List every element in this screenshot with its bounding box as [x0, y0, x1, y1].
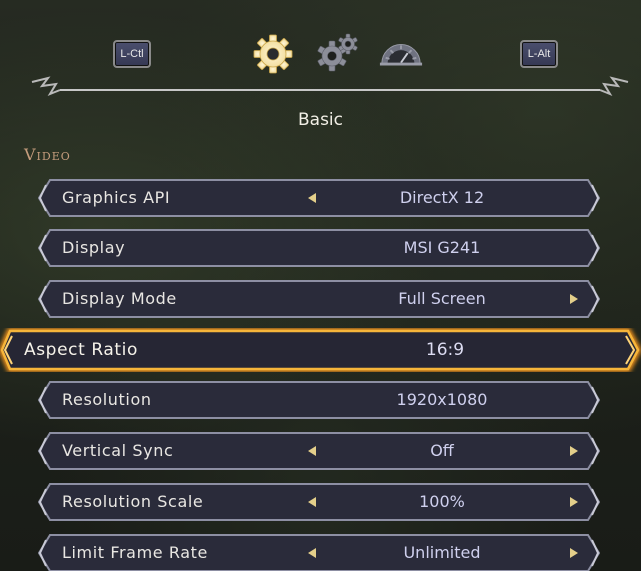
header-divider	[31, 76, 629, 97]
setting-label: Display	[62, 238, 126, 257]
setting-row-resolution-scale[interactable]: Resolution Scale 100%	[38, 483, 600, 521]
settings-screen: L-Ctl L-Alt Basic Video Graphics API Dir…	[0, 0, 641, 571]
setting-value: Unlimited	[403, 543, 481, 562]
setting-label: Resolution Scale	[62, 492, 204, 511]
setting-row-vertical-sync[interactable]: Vertical Sync Off	[38, 432, 600, 470]
arrow-right-icon[interactable]	[568, 445, 580, 457]
setting-label: Vertical Sync	[62, 441, 174, 460]
setting-value: 16:9	[425, 340, 465, 360]
page-title: Basic	[297, 110, 343, 130]
setting-label: Display Mode	[62, 289, 177, 308]
arrow-right-icon[interactable]	[568, 496, 580, 508]
setting-row-resolution[interactable]: Resolution 1920x1080	[38, 381, 600, 419]
setting-label: Limit Frame Rate	[62, 543, 208, 562]
arrow-right-icon[interactable]	[568, 547, 580, 559]
setting-value: 100%	[419, 492, 465, 511]
setting-row-aspect-ratio[interactable]: Aspect Ratio 16:9	[0, 328, 641, 372]
setting-value: Off	[430, 441, 454, 460]
setting-label: Graphics API	[62, 188, 171, 207]
setting-row-display[interactable]: Display MSI G241	[38, 229, 600, 267]
setting-row-limit-frame-rate[interactable]: Limit Frame Rate Unlimited	[38, 534, 600, 571]
setting-row-graphics-api[interactable]: Graphics API DirectX 12	[38, 179, 600, 217]
setting-label: Aspect Ratio	[24, 340, 138, 360]
previous-tab-key[interactable]: L-Ctl	[113, 40, 151, 68]
arrow-right-icon[interactable]	[568, 293, 580, 305]
next-tab-key[interactable]: L-Alt	[520, 40, 558, 68]
setting-value: MSI G241	[403, 238, 481, 257]
section-title-video: Video	[24, 145, 71, 164]
setting-row-display-mode[interactable]: Display Mode Full Screen	[38, 280, 600, 318]
setting-value: DirectX 12	[399, 188, 485, 207]
setting-value: 1920x1080	[396, 390, 488, 409]
setting-label: Resolution	[62, 390, 152, 409]
setting-value: Full Screen	[398, 289, 486, 308]
